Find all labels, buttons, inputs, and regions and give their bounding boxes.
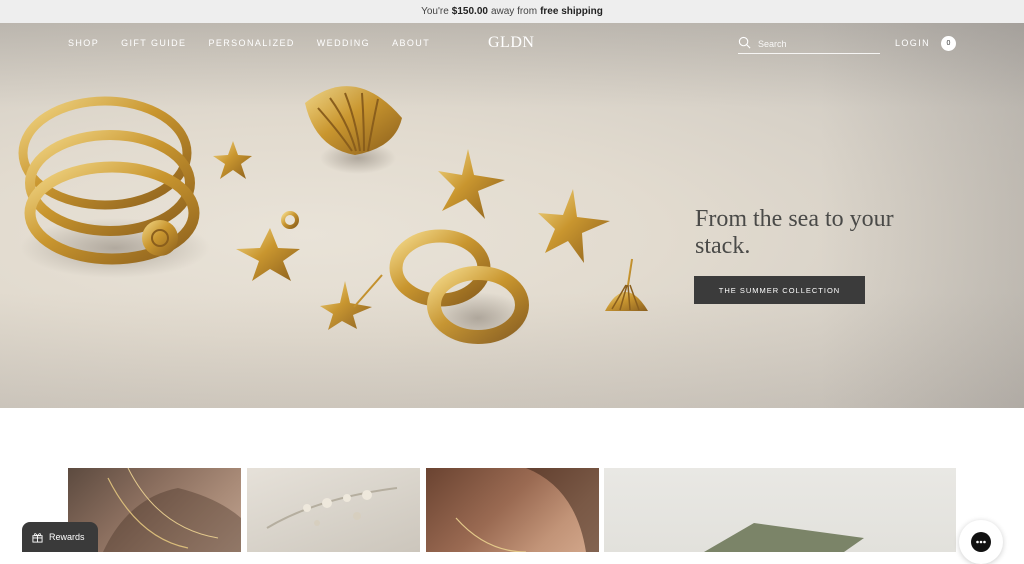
hero-text: From the sea to your stack. [695, 206, 935, 260]
promo-banner: You're $150.00 away from free shipping [0, 0, 1024, 23]
rewards-label: Rewards [49, 532, 85, 542]
rewards-button[interactable]: Rewards [22, 522, 98, 552]
cart-count: 0 [946, 40, 951, 47]
search-bar [738, 35, 880, 54]
promo-suffix: free shipping [540, 6, 603, 17]
nav-about[interactable]: ABOUT [392, 38, 430, 48]
search-input[interactable] [758, 37, 876, 50]
nav-gift-guide[interactable]: GIFT GUIDE [121, 38, 186, 48]
top-nav: SHOP GIFT GUIDE PERSONALIZED WEDDING ABO… [0, 23, 1024, 65]
summer-collection-button[interactable]: THE SUMMER COLLECTION [694, 276, 865, 304]
search-icon[interactable] [738, 36, 751, 49]
nav-wedding[interactable]: WEDDING [317, 38, 370, 48]
hero-title: From the sea to your stack. [695, 206, 894, 259]
brand-logo[interactable]: GLDN [488, 34, 534, 52]
promo-prefix: You're [421, 6, 449, 17]
tile-floral-earrings[interactable] [247, 468, 420, 552]
promo-amount: $150.00 [451, 6, 488, 17]
login-link[interactable]: LOGIN [895, 38, 930, 48]
chat-icon[interactable] [959, 520, 1003, 564]
gift-icon [32, 532, 43, 543]
nav-shop[interactable]: SHOP [68, 38, 99, 48]
nav-personalized[interactable]: PERSONALIZED [208, 38, 294, 48]
promo-middle: away from [490, 6, 538, 17]
nav-links: SHOP GIFT GUIDE PERSONALIZED WEDDING ABO… [68, 38, 452, 48]
cart-icon[interactable]: 0 [941, 36, 956, 51]
category-tiles [0, 468, 1024, 552]
tile-packaging[interactable] [604, 468, 956, 552]
tile-portrait[interactable] [426, 468, 599, 552]
